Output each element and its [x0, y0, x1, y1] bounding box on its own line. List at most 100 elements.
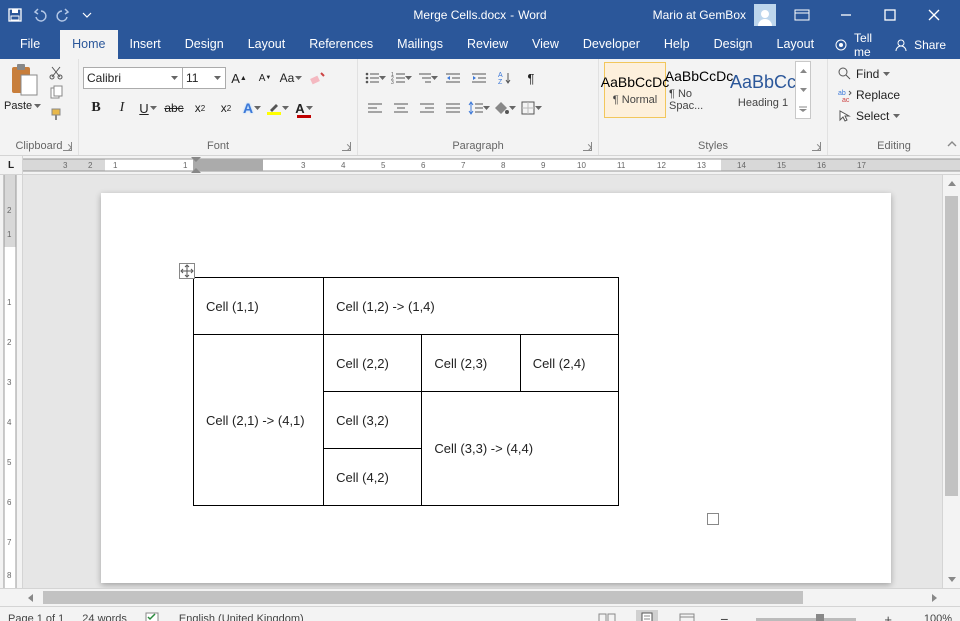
superscript-icon[interactable]: x2: [214, 96, 238, 120]
zoom-out-icon[interactable]: −: [716, 611, 732, 621]
tab-table-layout[interactable]: Layout: [765, 30, 827, 59]
tab-review[interactable]: Review: [455, 30, 520, 59]
document-area[interactable]: Cell (1,1) Cell (1,2) -> (1,4) Cell (2,1…: [23, 175, 942, 588]
grow-font-icon[interactable]: A▲: [227, 66, 251, 90]
subscript-icon[interactable]: x2: [188, 96, 212, 120]
align-right-icon[interactable]: [415, 96, 439, 120]
document-table[interactable]: Cell (1,1) Cell (1,2) -> (1,4) Cell (2,1…: [193, 277, 619, 506]
table-cell[interactable]: Cell (1,2) -> (1,4): [324, 278, 619, 335]
paragraph-group-label[interactable]: Paragraph: [362, 138, 594, 155]
save-icon[interactable]: [8, 8, 22, 22]
tab-file[interactable]: File: [6, 30, 54, 59]
style-heading-1[interactable]: AaBbCc Heading 1: [732, 62, 794, 118]
cut-icon[interactable]: [44, 62, 68, 81]
maximize-icon[interactable]: [872, 0, 908, 30]
styles-scroll[interactable]: [795, 61, 811, 119]
format-painter-icon[interactable]: [44, 105, 68, 124]
table-cell[interactable]: Cell (4,2): [324, 449, 422, 506]
bold-icon[interactable]: B: [84, 96, 108, 120]
text-effects-icon[interactable]: A: [240, 96, 264, 120]
show-marks-icon[interactable]: ¶: [519, 66, 543, 90]
collapse-ribbon-icon[interactable]: [947, 137, 957, 151]
numbering-icon[interactable]: 123: [389, 66, 413, 90]
font-color-icon[interactable]: A: [292, 96, 316, 120]
horizontal-ruler[interactable]: 321 123 456 789 101112 131415 1617: [23, 156, 960, 174]
spellcheck-icon[interactable]: [145, 611, 161, 621]
font-group-label[interactable]: Font: [83, 138, 353, 155]
tab-references[interactable]: References: [297, 30, 385, 59]
horizontal-scrollbar[interactable]: [0, 588, 960, 606]
font-size-combo[interactable]: 11: [182, 67, 226, 89]
scroll-up-icon[interactable]: [943, 175, 960, 192]
highlight-icon[interactable]: [266, 96, 290, 120]
align-center-icon[interactable]: [389, 96, 413, 120]
clipboard-group-label[interactable]: Clipboard: [4, 138, 74, 155]
find-button[interactable]: Find: [838, 67, 900, 81]
styles-gallery[interactable]: AaBbCcDc ¶ Normal AaBbCcDc ¶ No Spac... …: [603, 61, 811, 119]
bullets-icon[interactable]: [363, 66, 387, 90]
user-avatar-icon[interactable]: [754, 4, 776, 26]
zoom-in-icon[interactable]: +: [880, 612, 896, 621]
styles-group-label[interactable]: Styles: [603, 138, 823, 155]
zoom-level[interactable]: 100%: [914, 613, 952, 621]
italic-icon[interactable]: I: [110, 96, 134, 120]
sort-icon[interactable]: AZ: [493, 66, 517, 90]
borders-icon[interactable]: [519, 96, 543, 120]
scroll-left-icon[interactable]: [22, 589, 39, 606]
copy-icon[interactable]: [44, 83, 68, 102]
table-resize-handle-icon[interactable]: [707, 513, 719, 525]
change-case-icon[interactable]: Aa: [279, 66, 303, 90]
qat-customize-icon[interactable]: [82, 12, 92, 18]
font-name-combo[interactable]: Calibri: [83, 67, 183, 89]
multilevel-list-icon[interactable]: [415, 66, 439, 90]
share-button[interactable]: Share: [886, 30, 960, 59]
paste-icon[interactable]: [8, 63, 38, 100]
increase-indent-icon[interactable]: [467, 66, 491, 90]
line-spacing-icon[interactable]: [467, 96, 491, 120]
replace-button[interactable]: abac Replace: [838, 88, 900, 102]
redo-icon[interactable]: [58, 8, 72, 22]
align-left-icon[interactable]: [363, 96, 387, 120]
vertical-scrollbar[interactable]: [942, 175, 960, 588]
close-icon[interactable]: [916, 0, 952, 30]
tab-home[interactable]: Home: [60, 30, 117, 59]
vertical-ruler[interactable]: 21 12 34 56 78: [0, 175, 23, 588]
select-button[interactable]: Select: [838, 109, 900, 123]
minimize-icon[interactable]: [828, 0, 864, 30]
table-move-handle-icon[interactable]: [179, 263, 195, 279]
tab-insert[interactable]: Insert: [118, 30, 173, 59]
tab-help[interactable]: Help: [652, 30, 702, 59]
shrink-font-icon[interactable]: A▼: [253, 66, 277, 90]
style-no-spacing[interactable]: AaBbCcDc ¶ No Spac...: [668, 62, 730, 118]
tab-stop-selector[interactable]: L: [0, 156, 23, 174]
decrease-indent-icon[interactable]: [441, 66, 465, 90]
tab-table-design[interactable]: Design: [702, 30, 765, 59]
read-mode-icon[interactable]: [596, 610, 618, 621]
tab-layout[interactable]: Layout: [236, 30, 298, 59]
scroll-down-icon[interactable]: [943, 571, 960, 588]
justify-icon[interactable]: [441, 96, 465, 120]
user-name[interactable]: Mario at GemBox: [653, 8, 746, 22]
tab-design[interactable]: Design: [173, 30, 236, 59]
scroll-thumb[interactable]: [945, 196, 958, 496]
table-cell[interactable]: Cell (3,3) -> (4,4): [422, 392, 619, 506]
table-cell[interactable]: Cell (1,1): [194, 278, 324, 335]
underline-icon[interactable]: U: [136, 96, 160, 120]
table-cell[interactable]: Cell (2,1) -> (4,1): [194, 335, 324, 506]
print-layout-icon[interactable]: [636, 610, 658, 621]
paste-button[interactable]: Paste: [4, 100, 41, 112]
table-cell[interactable]: Cell (3,2): [324, 392, 422, 449]
ribbon-display-options-icon[interactable]: [784, 0, 820, 30]
table-cell[interactable]: Cell (2,4): [520, 335, 618, 392]
language-status[interactable]: English (United Kingdom): [179, 613, 304, 621]
tell-me[interactable]: Tell me: [826, 30, 886, 59]
strikethrough-icon[interactable]: abc: [162, 96, 186, 120]
tab-view[interactable]: View: [520, 30, 571, 59]
word-count[interactable]: 24 words: [82, 613, 127, 621]
clear-formatting-icon[interactable]: [305, 66, 329, 90]
table-cell[interactable]: Cell (2,2): [324, 335, 422, 392]
tab-developer[interactable]: Developer: [571, 30, 652, 59]
scroll-right-icon[interactable]: [926, 589, 943, 606]
undo-icon[interactable]: [32, 8, 48, 22]
tab-mailings[interactable]: Mailings: [385, 30, 455, 59]
